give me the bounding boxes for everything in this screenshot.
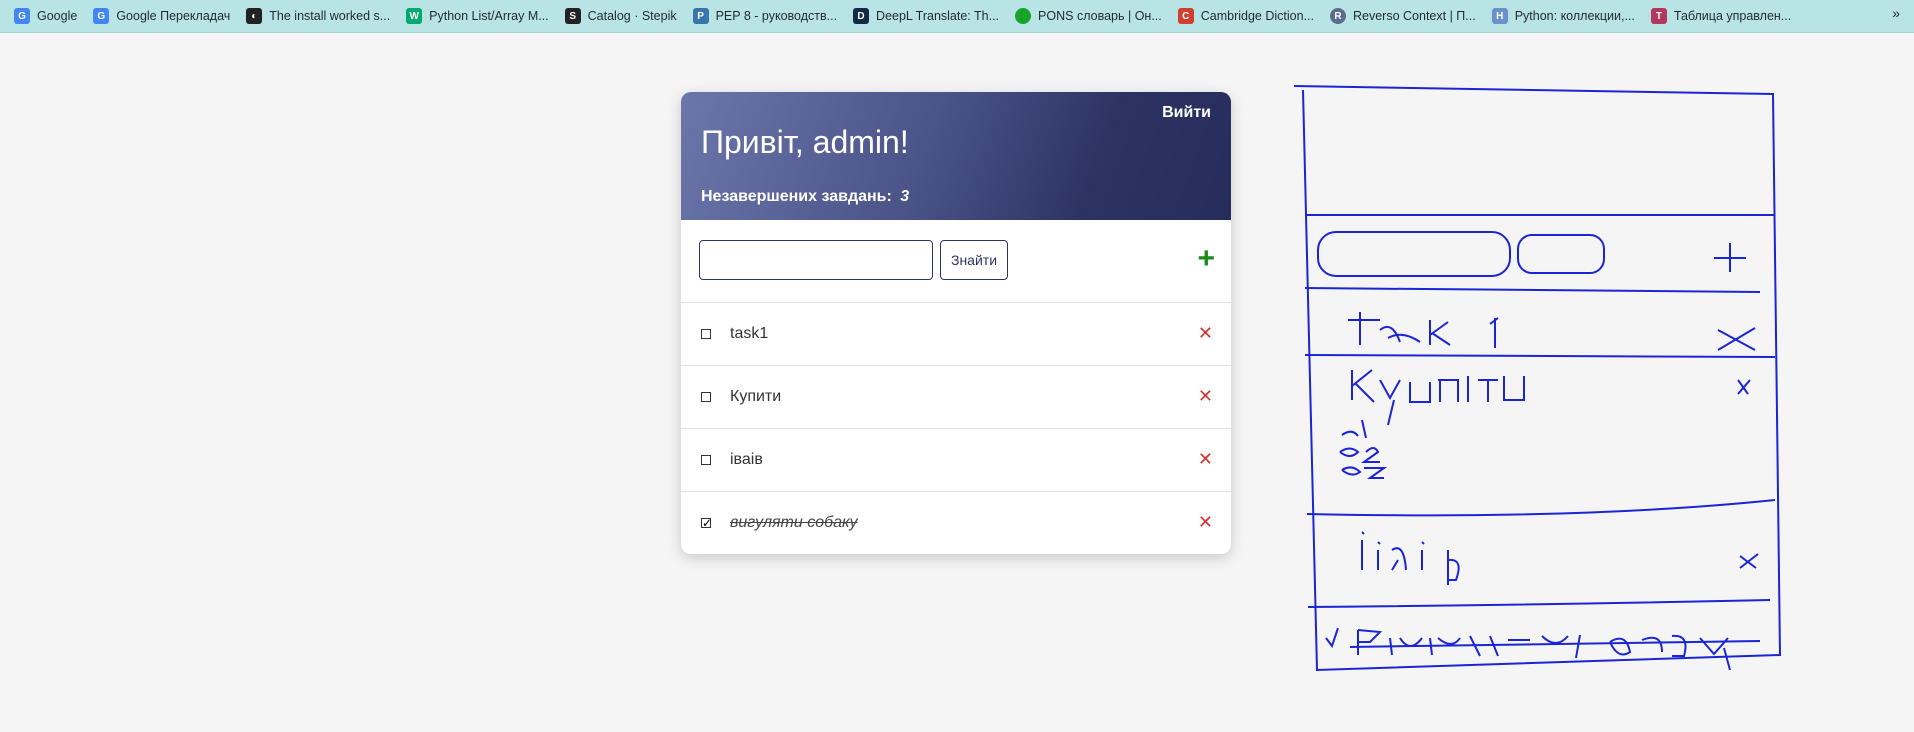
chem-icon: T [1650, 8, 1667, 24]
bookmark-deepl[interactable]: D DeepL Translate: Th... [847, 4, 1005, 28]
bookmark-label: The install worked s... [269, 9, 391, 23]
task-checkbox[interactable] [701, 392, 711, 402]
bookmark-stepik[interactable]: S Catalog · Stepik [559, 4, 683, 28]
delete-task-button[interactable]: ✕ [1198, 512, 1213, 533]
task-row-completed: ✓ вигуляти собаку ✕ [681, 492, 1231, 554]
sketch-drawing [1293, 85, 1782, 672]
task-label: task1 [730, 325, 769, 342]
search-input[interactable] [699, 240, 933, 280]
bookmarks-bar: G Google G Google Перекладач ◐ The install … [0, 0, 1914, 33]
bookmark-label: Python: коллекции,... [1514, 9, 1635, 23]
task-row: Купити ✕ [681, 366, 1231, 429]
bookmark-label: Google [37, 9, 78, 23]
task-checkbox[interactable] [701, 329, 711, 339]
cambridge-icon: C [1177, 8, 1194, 24]
bookmark-label: Cambridge Diction... [1200, 9, 1314, 23]
bookmark-pep8[interactable]: P PEP 8 - руководств... [687, 4, 843, 28]
wireframe-sketch [1280, 80, 1800, 685]
bookmark-label: PONS словарь | Он... [1038, 9, 1162, 23]
bookmark-label: Python List/Array M... [429, 9, 549, 23]
task-label: іваів [730, 451, 763, 468]
task-checkbox[interactable] [701, 455, 711, 465]
greeting-title: Привіт, admin! [701, 124, 909, 160]
task-row: іваів ✕ [681, 429, 1231, 492]
pending-count: 3 [900, 188, 910, 205]
bookmark-label: Таблица управлен... [1673, 9, 1792, 23]
stepik-icon: S [564, 8, 581, 24]
bookmark-reverso[interactable]: R Reverso Context | П... [1324, 4, 1482, 28]
reverso-icon: R [1330, 8, 1346, 24]
task-checkbox-checked[interactable]: ✓ [701, 517, 712, 529]
deepl-icon: D [853, 8, 870, 24]
globe-icon: ◐ [246, 8, 263, 24]
task-label: вигуляти собаку [730, 514, 858, 531]
search-row: Знайти + [681, 220, 1231, 303]
logout-button[interactable]: Вийти [1162, 104, 1211, 122]
more-bookmarks-button[interactable]: » [1892, 5, 1900, 21]
pons-icon [1015, 8, 1032, 24]
card-header: Вийти Привіт, admin! Незавершених завдан… [681, 92, 1231, 220]
bookmark-label: Catalog · Stepik [587, 9, 677, 23]
bookmark-google-translate[interactable]: G Google Перекладач [87, 4, 236, 28]
w3schools-icon: W [406, 8, 423, 24]
pending-tasks-summary: Незавершених завдань: 3 [701, 188, 909, 206]
bookmark-cambridge[interactable]: C Cambridge Diction... [1172, 4, 1320, 28]
task-row: task1 ✕ [681, 303, 1231, 366]
bookmark-table[interactable]: T Таблица управлен... [1645, 4, 1797, 28]
bookmark-w3schools[interactable]: W Python List/Array M... [400, 4, 554, 28]
task-label: Купити [730, 388, 782, 405]
todo-card: Вийти Привіт, admin! Незавершених завдан… [681, 92, 1231, 554]
delete-task-button[interactable]: ✕ [1198, 323, 1213, 344]
pending-label: Незавершених завдань: [701, 188, 892, 205]
hexlet-icon: H [1491, 8, 1508, 24]
add-task-button[interactable]: + [1197, 244, 1215, 274]
bookmark-label: DeepL Translate: Th... [876, 9, 1000, 23]
bookmark-label: PEP 8 - руководств... [715, 9, 838, 23]
bookmark-google[interactable]: G Google [8, 4, 83, 28]
translate-icon: G [93, 8, 110, 24]
search-button[interactable]: Знайти [940, 240, 1008, 280]
bookmark-label: Reverso Context | П... [1353, 9, 1476, 23]
python-icon: P [692, 8, 709, 24]
bookmark-install-worked[interactable]: ◐ The install worked s... [240, 4, 396, 28]
bookmark-label: Google Перекладач [116, 9, 231, 23]
delete-task-button[interactable]: ✕ [1198, 449, 1213, 470]
bookmark-pons[interactable]: PONS словарь | Он... [1009, 4, 1168, 28]
delete-task-button[interactable]: ✕ [1198, 386, 1213, 407]
bookmark-python-collections[interactable]: H Python: коллекции,... [1486, 4, 1641, 28]
google-icon: G [14, 8, 30, 24]
